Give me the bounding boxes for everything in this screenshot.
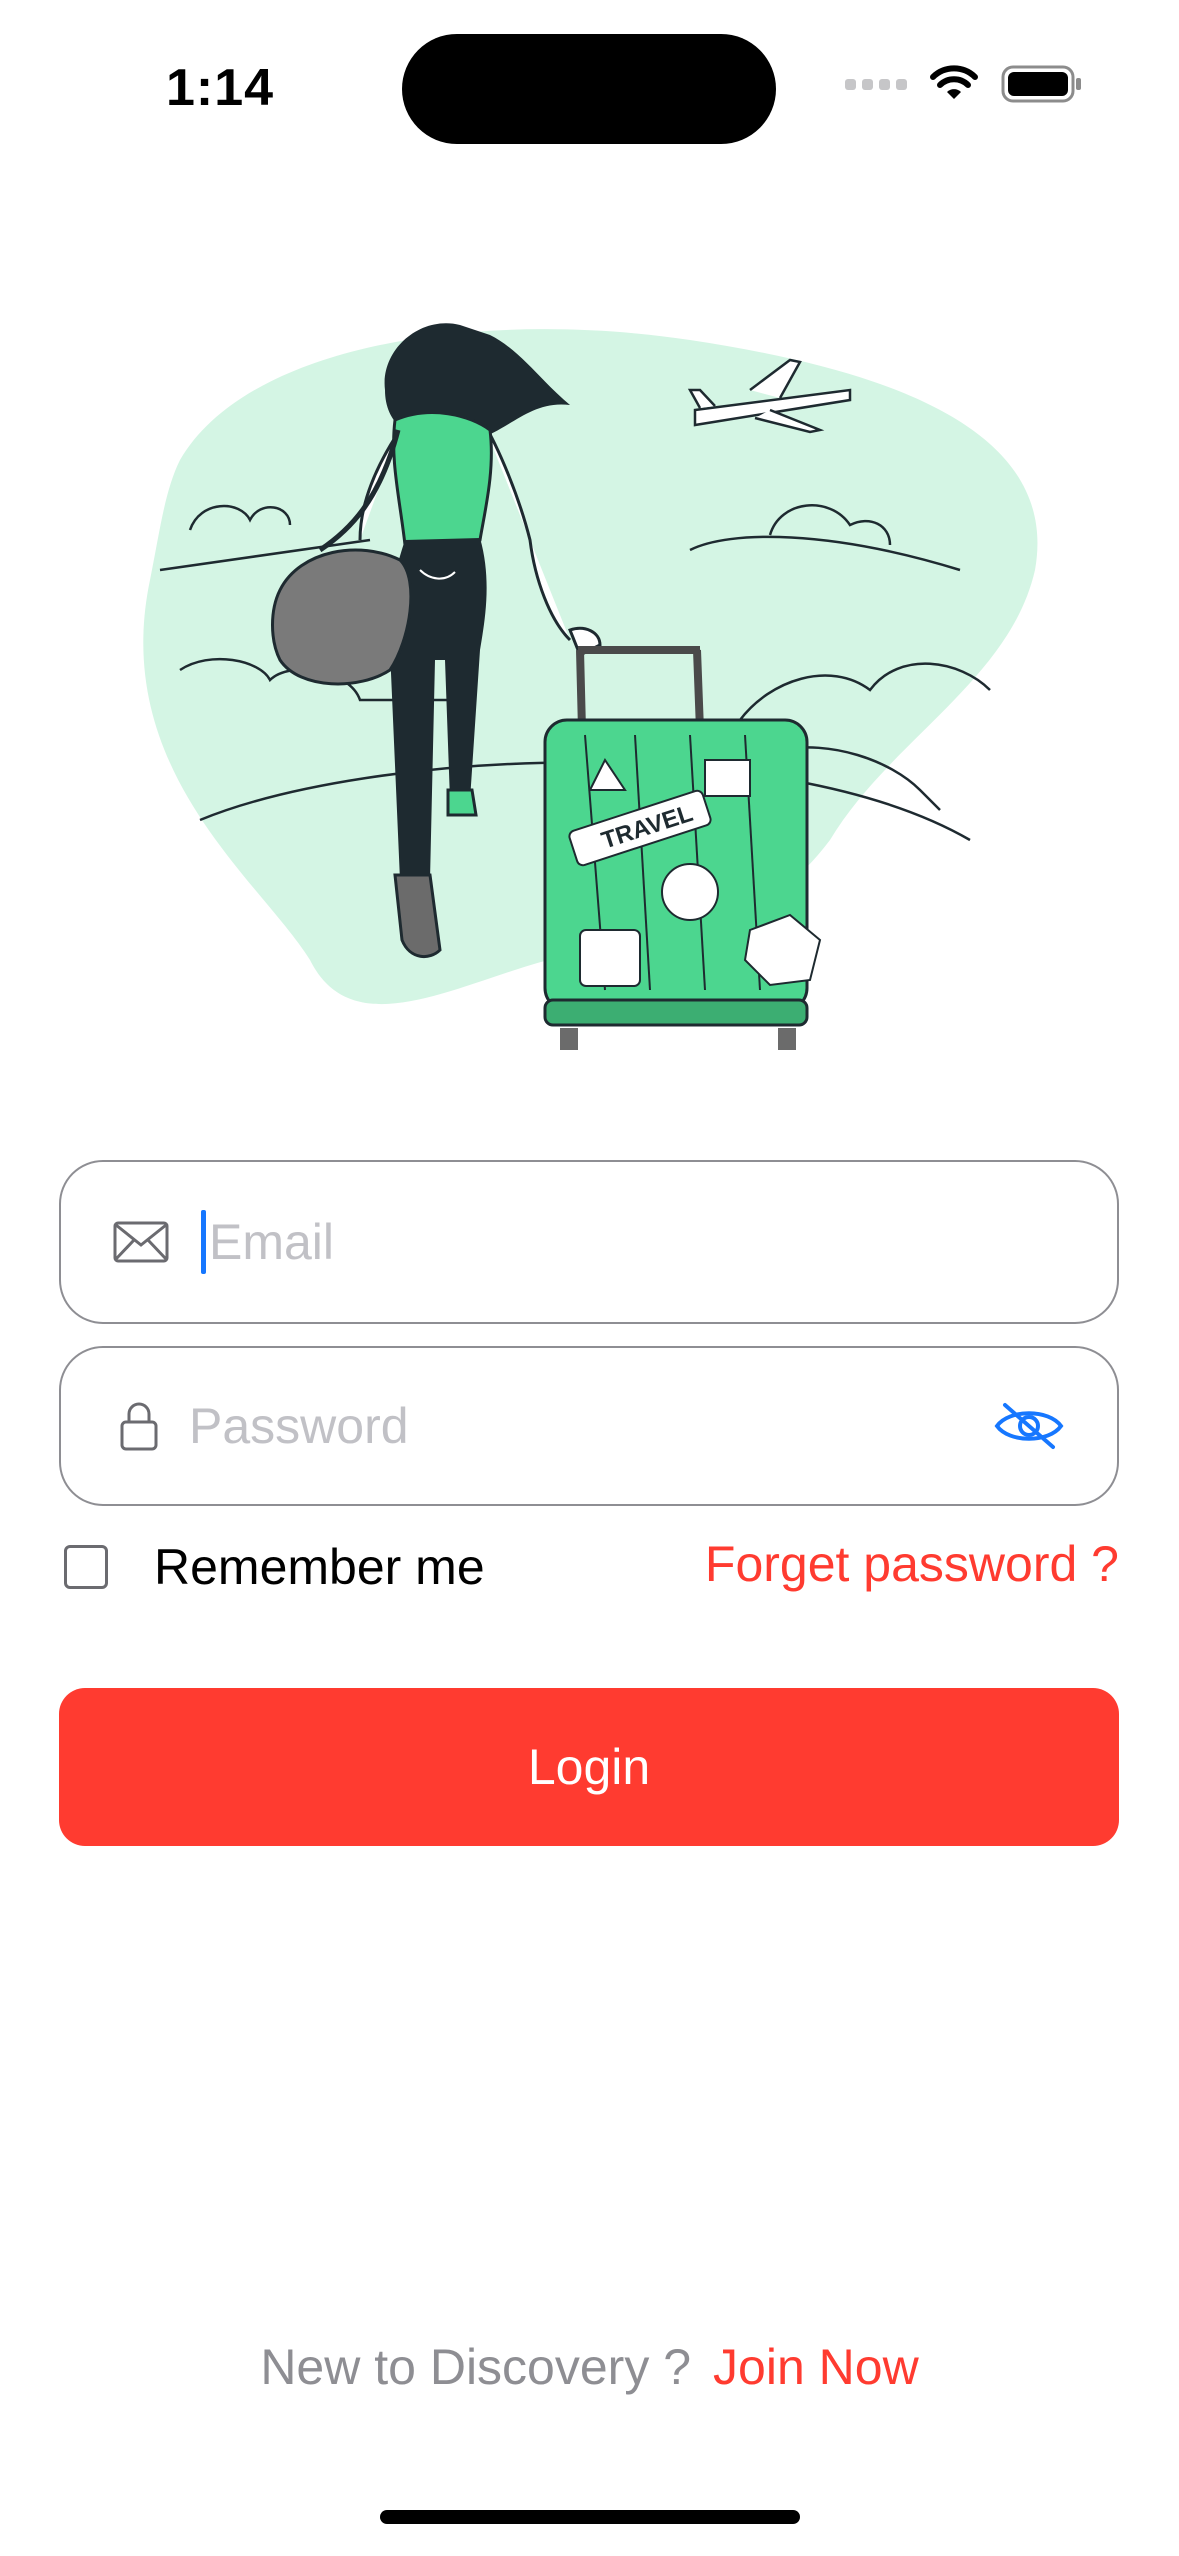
login-button[interactable]: Login — [59, 1688, 1119, 1846]
home-indicator[interactable] — [380, 2510, 800, 2524]
envelope-icon — [113, 1221, 169, 1263]
join-now-link[interactable]: Join Now — [713, 2339, 919, 2395]
suitcase: TRAVEL — [543, 718, 822, 1050]
traveler-illustration: TRAVEL — [143, 323, 1038, 1050]
dynamic-island — [402, 34, 776, 144]
signup-prompt: New to Discovery ? Join Now — [0, 2338, 1179, 2396]
password-field[interactable] — [59, 1346, 1119, 1506]
cellular-signal-icon — [845, 78, 907, 90]
email-field[interactable] — [59, 1160, 1119, 1324]
battery-icon — [1001, 65, 1081, 103]
lock-icon — [119, 1400, 159, 1452]
text-cursor — [201, 1210, 206, 1274]
eye-slash-icon[interactable] — [993, 1401, 1065, 1451]
remember-label: Remember me — [154, 1539, 485, 1595]
forgot-password-link[interactable]: Forget password ? — [705, 1535, 1119, 1593]
status-time: 1:14 — [166, 59, 275, 117]
status-icons — [845, 64, 1083, 104]
new-user-text: New to Discovery ? — [260, 2339, 692, 2395]
wifi-icon — [930, 65, 978, 99]
remember-me-toggle[interactable]: Remember me — [64, 1538, 485, 1596]
email-input[interactable] — [209, 1213, 987, 1271]
password-input[interactable] — [189, 1397, 987, 1455]
remember-checkbox[interactable] — [64, 1545, 108, 1589]
